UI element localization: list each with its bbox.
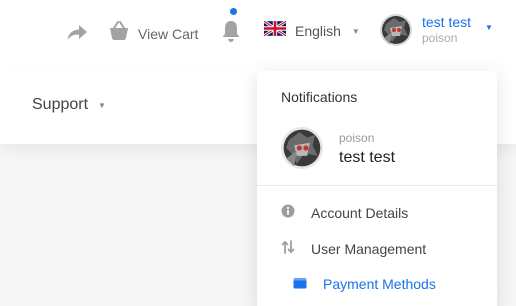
dropdown-title: Notifications [281,89,358,105]
share-icon[interactable] [66,22,88,42]
menu-item-user-management[interactable]: User Management [281,240,426,257]
uk-flag-icon [263,19,287,41]
menu-item-payment-methods[interactable]: Payment Methods [293,276,436,292]
avatar [380,14,412,46]
info-icon [281,204,295,221]
menu-item-label: Account Details [311,204,409,221]
top-bar: View Cart English ▼ test test poison ▼ [0,0,516,66]
notifications-bell-icon[interactable] [221,19,241,43]
user-menu[interactable]: test test poison ▼ [380,14,493,46]
chevron-down-icon: ▼ [98,100,106,110]
chevron-down-icon: ▼ [485,22,493,32]
basket-icon [108,21,130,46]
view-cart-button[interactable]: View Cart [108,21,198,46]
user-name: test test [422,14,472,30]
menu-item-label: Payment Methods [323,276,436,292]
menu-item-account-details[interactable]: Account Details [281,204,408,221]
wallet-icon [293,276,307,292]
language-label: English [295,23,341,39]
dropdown-profile: poison test test [281,127,395,169]
profile-name: test test [339,149,396,166]
profile-subtitle: poison [339,131,375,145]
language-selector[interactable]: English ▼ [263,19,360,41]
divider [257,185,497,186]
support-label: Support [32,96,89,113]
user-subtitle: poison [422,31,458,45]
avatar [281,127,323,169]
support-menu[interactable]: Support ▼ [32,96,106,114]
notification-dot [230,8,237,15]
sort-arrows-icon [281,240,295,257]
chevron-down-icon: ▼ [351,26,360,36]
user-dropdown: Notifications poison test test Account D… [257,71,497,306]
menu-item-label: User Management [311,240,427,257]
view-cart-label: View Cart [138,25,199,42]
